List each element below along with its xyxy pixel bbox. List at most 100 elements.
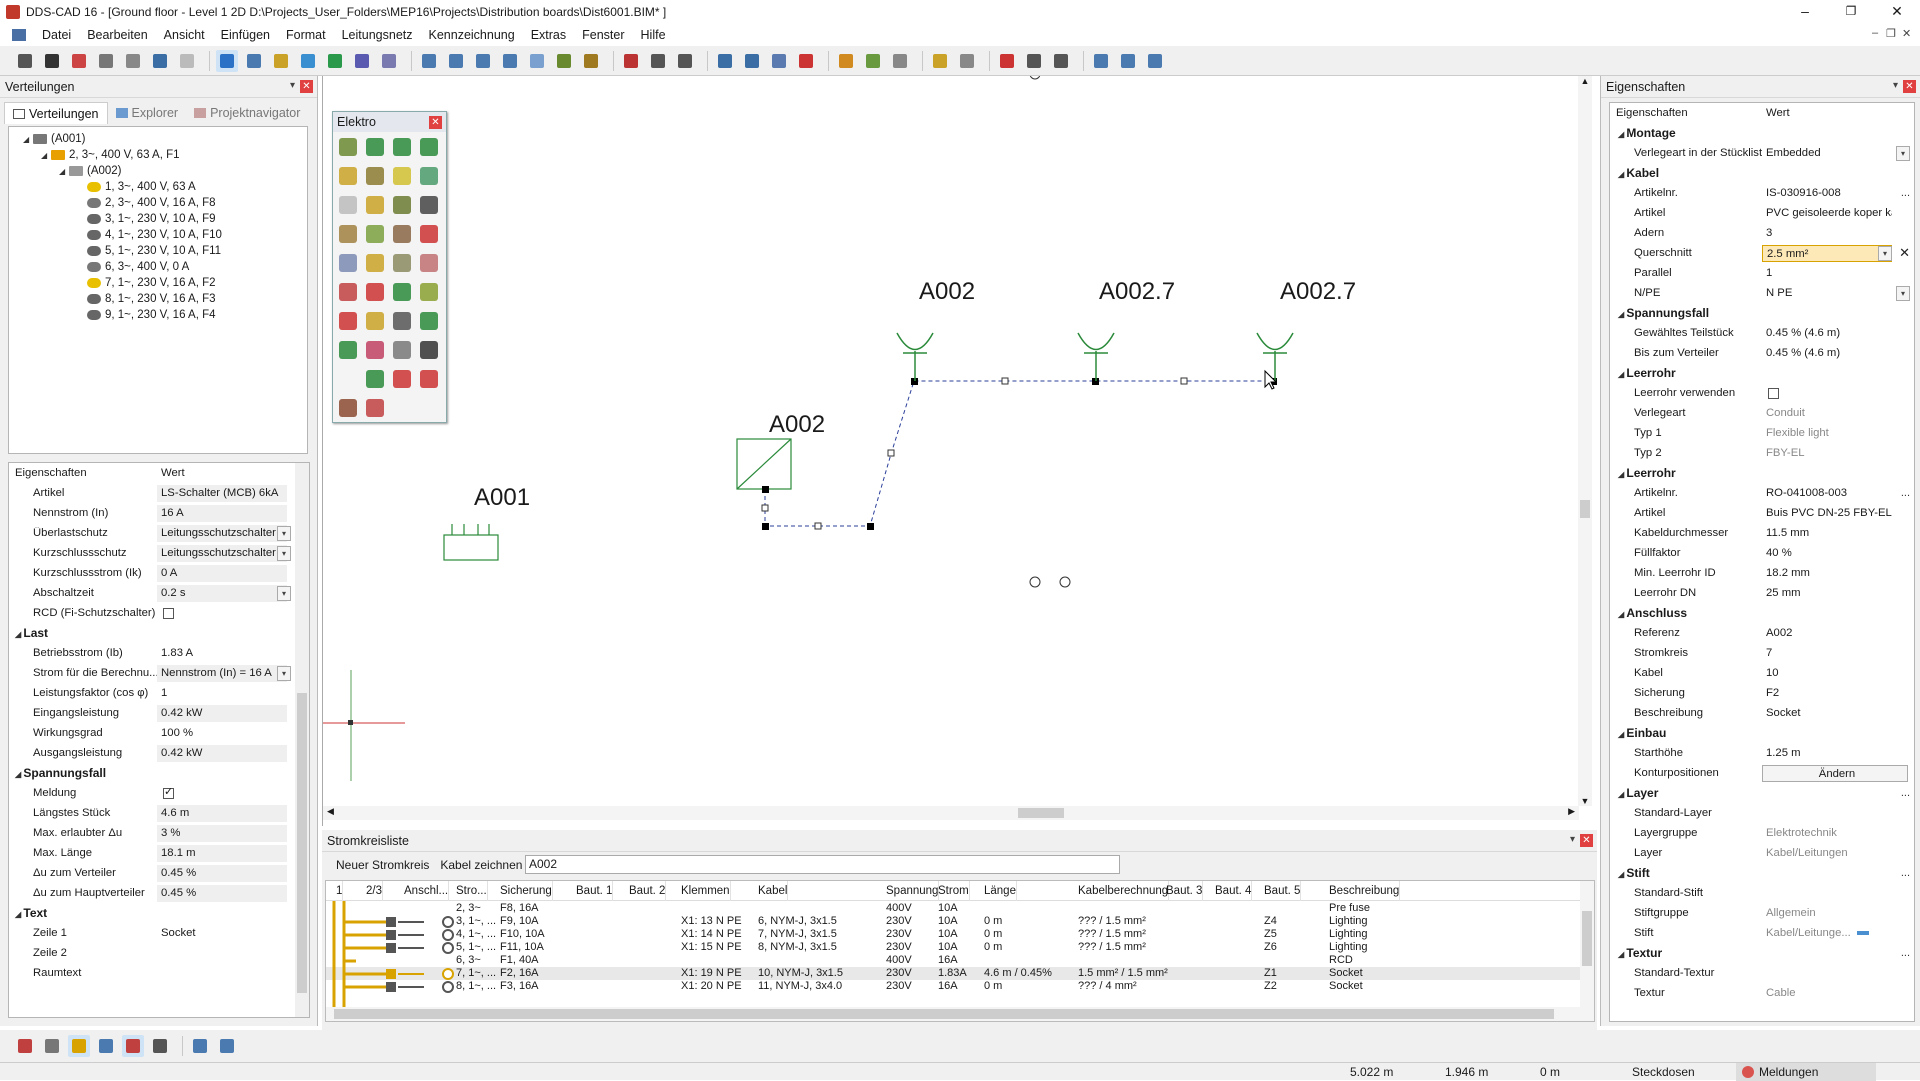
column-header[interactable]: Baut. 5 xyxy=(1264,881,1302,901)
tab-verteilungen[interactable]: Verteilungen xyxy=(4,102,108,124)
property-row[interactable]: Artikel PVC geisoleerde koper kab... xyxy=(1610,203,1914,223)
property-value[interactable] xyxy=(1762,965,1892,982)
property-value[interactable]: 1 xyxy=(1762,265,1892,282)
table-hscroll[interactable] xyxy=(326,1007,1582,1021)
property-row[interactable]: Standard-Textur xyxy=(1610,963,1914,983)
model-icon[interactable] xyxy=(14,1035,36,1057)
grid-icon[interactable] xyxy=(41,1035,63,1057)
circuit-row[interactable]: 2, 3~ F8, 16A 400V 10A Pre fuse xyxy=(326,902,1594,915)
column-header[interactable]: 1 xyxy=(336,881,344,901)
electrical-symbol-icon[interactable] xyxy=(366,399,384,417)
property-row[interactable]: Artikelnr. IS-030916-008... xyxy=(1610,183,1914,203)
snap-mode-icon[interactable] xyxy=(68,1035,90,1057)
expand-icon[interactable]: ◢ xyxy=(59,164,69,180)
column-header[interactable]: Länge xyxy=(984,881,1017,901)
more-icon[interactable]: ... xyxy=(1901,867,1910,879)
select-icon[interactable] xyxy=(216,49,238,72)
electrical-symbol-icon[interactable] xyxy=(339,254,357,272)
property-value[interactable] xyxy=(1762,605,1892,622)
drawing-canvas[interactable]: A001 A002 A002 A002.7 A002.7 ▲ ▼ ◀ ▶ xyxy=(322,76,1592,826)
circuit-row[interactable]: 4, 1~, ... F10, 10A X1: 14 N PE 7, NYM-J, 3… xyxy=(326,928,1594,941)
property-row[interactable]: Adern 3 xyxy=(1610,223,1914,243)
property-value[interactable]: 0.45 % (4.6 m) xyxy=(1762,325,1892,342)
property-value[interactable]: Cable xyxy=(1762,985,1892,1002)
property-value[interactable]: Buis PVC DN-25 FBY-EL fle... xyxy=(1762,505,1892,522)
pin-icon[interactable]: ▾ xyxy=(1893,80,1898,91)
column-header[interactable]: 2/3 xyxy=(366,881,383,901)
close-window-button[interactable]: ✕ xyxy=(1874,0,1920,24)
property-value[interactable]: 0.2 s xyxy=(157,584,287,602)
property-row[interactable]: Leerrohr xyxy=(1610,363,1914,383)
snap-point-icon[interactable] xyxy=(647,50,669,72)
property-value[interactable]: Allgemein xyxy=(1762,905,1892,922)
property-row[interactable]: Kurzschlussschutz Leitungsschutzschalter ▾ xyxy=(9,543,309,563)
tree-node[interactable]: ◢ (A001) xyxy=(9,131,307,147)
property-value[interactable]: 1.25 m xyxy=(1762,745,1892,762)
electrical-symbol-icon[interactable] xyxy=(420,167,438,185)
property-row[interactable]: Raumtext xyxy=(9,963,309,983)
property-value[interactable]: FBY-EL xyxy=(1762,445,1892,462)
electrical-symbol-icon[interactable] xyxy=(393,370,411,388)
expand-icon[interactable]: ◢ xyxy=(41,148,51,164)
print-preview-icon[interactable] xyxy=(122,50,144,72)
print-icon[interactable] xyxy=(95,50,117,72)
property-row[interactable]: Kabeldurchmesser 11.5 mm xyxy=(1610,523,1914,543)
building-icon[interactable] xyxy=(768,50,790,72)
redo-icon[interactable] xyxy=(176,50,198,72)
sheet-icon[interactable] xyxy=(889,50,911,72)
property-row[interactable]: Textur... xyxy=(1610,943,1914,963)
property-value[interactable]: 18.2 mm xyxy=(1762,565,1892,582)
arrow-right-icon[interactable] xyxy=(324,50,346,72)
messages-button[interactable]: Meldungen xyxy=(1736,1063,1876,1081)
close-file-icon[interactable] xyxy=(68,50,90,72)
tree-node[interactable]: 3, 1~, 230 V, 10 A, F9 xyxy=(9,211,307,227)
property-value[interactable] xyxy=(1762,805,1892,822)
tree-node[interactable]: ◢ (A002) xyxy=(9,163,307,179)
electrical-symbol-icon[interactable] xyxy=(366,312,384,330)
property-value[interactable]: 18.1 m xyxy=(157,844,287,862)
zoom-all-icon[interactable] xyxy=(445,50,467,72)
property-row[interactable]: Standard-Layer xyxy=(1610,803,1914,823)
property-value[interactable]: LS-Schalter (MCB) 6kA xyxy=(157,484,287,502)
menu-format[interactable]: Format xyxy=(278,28,334,42)
column-header[interactable]: Kabelberechnung xyxy=(1078,881,1170,901)
more-icon[interactable]: ... xyxy=(1901,487,1910,499)
mdi-restore-icon[interactable]: ❐ xyxy=(1886,27,1896,40)
tab-explorer[interactable]: Explorer xyxy=(108,102,187,124)
circuit-row[interactable]: 6, 3~ F1, 40A 400V 16A RCD xyxy=(326,954,1594,967)
electrical-symbol-icon[interactable] xyxy=(393,167,411,185)
property-value[interactable]: Elektrotechnik xyxy=(1762,825,1892,842)
property-row[interactable]: Überlastschutz Leitungsschutzschalter ▾ xyxy=(9,523,309,543)
menu-bearbeiten[interactable]: Bearbeiten xyxy=(79,28,155,42)
electrical-symbol-icon[interactable] xyxy=(339,370,366,399)
tree-node[interactable]: 4, 1~, 230 V, 10 A, F10 xyxy=(9,227,307,243)
property-row[interactable]: Artikel LS-Schalter (MCB) 6kA xyxy=(9,483,309,503)
property-row[interactable]: Einbau xyxy=(1610,723,1914,743)
property-row[interactable]: Δu zum Verteiler 0.45 % xyxy=(9,863,309,883)
property-row[interactable]: Starthöhe 1.25 m xyxy=(1610,743,1914,763)
menu-hilfe[interactable]: Hilfe xyxy=(633,28,674,42)
expand-icon[interactable]: ◢ xyxy=(23,132,33,148)
column-header[interactable]: Beschreibung xyxy=(1329,881,1401,901)
property-value[interactable] xyxy=(1762,785,1892,802)
property-value[interactable]: F2 xyxy=(1762,685,1892,702)
socket-symbol[interactable] xyxy=(1077,332,1115,381)
property-row[interactable]: Verlegeart in der Stückliste Embedded ▾ xyxy=(1610,143,1914,163)
highlight-icon[interactable] xyxy=(270,50,292,72)
property-row[interactable]: Δu zum Hauptverteiler 0.45 % xyxy=(9,883,309,903)
menu-datei[interactable]: Datei xyxy=(34,28,79,42)
property-row[interactable]: Leerrohr DN 25 mm xyxy=(1610,583,1914,603)
column-header[interactable]: Stro... xyxy=(456,881,488,901)
dropdown-icon[interactable]: ▾ xyxy=(1878,245,1892,261)
electrical-symbol-icon[interactable] xyxy=(420,225,438,243)
property-row[interactable]: Min. Leerrohr ID 18.2 mm xyxy=(1610,563,1914,583)
property-value[interactable]: Socket xyxy=(157,925,287,942)
property-row[interactable]: Textur Cable xyxy=(1610,983,1914,1003)
property-value[interactable]: 0 A xyxy=(157,564,287,582)
menu-ansicht[interactable]: Ansicht xyxy=(156,28,213,42)
tree-node[interactable]: 1, 3~, 400 V, 63 A xyxy=(9,179,307,195)
save-icon[interactable] xyxy=(41,50,63,72)
dropdown-icon[interactable]: ▾ xyxy=(277,545,291,561)
property-value[interactable] xyxy=(157,785,287,802)
property-value[interactable]: N PE xyxy=(1762,285,1892,302)
